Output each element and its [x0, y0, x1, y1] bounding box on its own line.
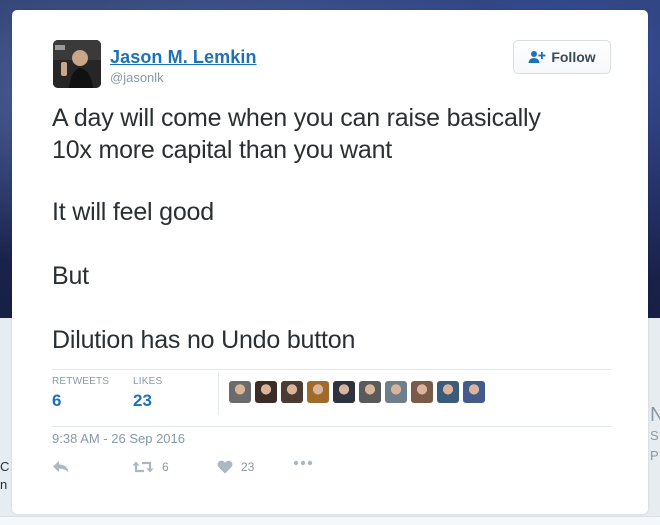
right-snippet-line-1: N: [650, 404, 660, 426]
tweet-text-line-3: But: [52, 262, 89, 290]
liker-avatar[interactable]: [385, 381, 407, 403]
likes-stat[interactable]: LIKES 23: [133, 376, 162, 411]
right-snippet-line-2: S: [650, 428, 659, 443]
left-snippet-line-2: n: [0, 477, 8, 492]
liker-avatar[interactable]: [411, 381, 433, 403]
background-left-snippet: C n: [0, 458, 9, 494]
liker-avatar[interactable]: [255, 381, 277, 403]
reply-button[interactable]: [52, 460, 70, 474]
background-right-snippet: N S P: [650, 404, 660, 466]
retweet-button[interactable]: 6: [132, 460, 169, 474]
more-icon: [293, 460, 313, 466]
liker-avatar[interactable]: [307, 381, 329, 403]
tweet-timestamp[interactable]: 9:38 AM - 26 Sep 2016: [52, 431, 185, 446]
right-snippet-line-3: P: [650, 448, 659, 463]
tweet-text-line-1: A day will come when you can raise basic…: [52, 104, 541, 164]
follow-button[interactable]: Follow: [513, 40, 611, 74]
liker-avatar[interactable]: [229, 381, 251, 403]
like-count: 23: [241, 460, 255, 474]
liker-avatar[interactable]: [333, 381, 355, 403]
reply-icon: [53, 461, 69, 473]
retweets-label: RETWEETS: [52, 376, 110, 387]
more-button[interactable]: [293, 460, 313, 466]
like-button[interactable]: 23: [217, 460, 254, 474]
tweet-text-line-2: It will feel good: [52, 198, 214, 226]
liker-avatar[interactable]: [437, 381, 459, 403]
tweet-text-line-4: Dilution has no Undo button: [52, 326, 356, 354]
stats-separator: [218, 373, 219, 415]
liker-avatar[interactable]: [281, 381, 303, 403]
author-handle[interactable]: @jasonlk: [110, 70, 164, 85]
avatar-photo: [53, 40, 101, 88]
liker-avatar[interactable]: [359, 381, 381, 403]
likes-label: LIKES: [133, 376, 163, 387]
heart-icon: [217, 460, 233, 474]
stats-divider-top: [52, 369, 611, 370]
add-user-icon: [528, 51, 546, 63]
tweet-text: A day will come when you can raise basic…: [52, 102, 612, 356]
author-name[interactable]: Jason M. Lemkin: [110, 47, 257, 68]
retweet-icon: [132, 461, 154, 473]
retweets-count: 6: [52, 391, 62, 410]
tweet-actions: 6 23: [52, 460, 352, 484]
follow-label: Follow: [551, 49, 596, 65]
liker-avatar[interactable]: [463, 381, 485, 403]
liker-avatars: [229, 381, 485, 403]
tweet-card: Jason M. Lemkin @jasonlk Follow A day wi…: [12, 10, 648, 514]
author-avatar[interactable]: [53, 40, 101, 88]
stats-divider-bottom: [52, 426, 611, 427]
left-snippet-line-1: C: [0, 459, 10, 474]
retweet-count: 6: [162, 460, 169, 474]
likes-count: 23: [133, 391, 152, 410]
retweets-stat[interactable]: RETWEETS 6: [52, 376, 109, 411]
